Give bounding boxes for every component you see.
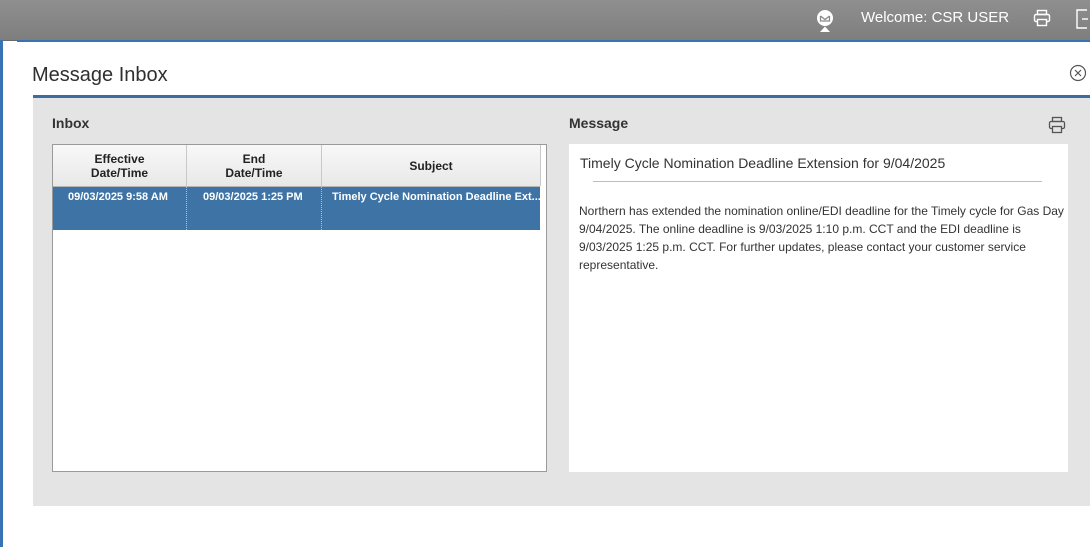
row-end-datetime: 09/03/2025 1:25 PM (187, 187, 322, 230)
welcome-text: Welcome: CSR USER (861, 9, 1010, 26)
table-row[interactable]: 09/03/2025 9:58 AM 09/03/2025 1:25 PM Ti… (53, 187, 540, 230)
inbox-label: Inbox (52, 115, 90, 131)
message-inbox-dialog: Message Inbox Inbox Effective Date/Time … (17, 40, 1090, 549)
column-header-line: Date/Time (225, 165, 283, 180)
top-bar: Welcome: CSR USER (0, 0, 1090, 41)
column-header-subject[interactable]: Subject (322, 145, 541, 186)
mail-notification-icon[interactable] (814, 8, 836, 32)
close-circle-icon[interactable] (1069, 64, 1087, 82)
column-header-line: Effective (94, 151, 145, 166)
inbox-grid: Effective Date/Time End Date/Time Subjec… (52, 144, 547, 472)
column-header-line: End (242, 151, 266, 166)
column-header-line: Date/Time (90, 165, 149, 180)
message-label: Message (569, 115, 629, 131)
left-accent-border (0, 40, 3, 547)
message-view: Timely Cycle Nomination Deadline Extensi… (569, 144, 1068, 472)
printer-icon[interactable] (1033, 9, 1051, 27)
message-body: Northern has extended the nomination onl… (579, 204, 1064, 272)
dialog-title: Message Inbox (32, 64, 168, 86)
column-header-end[interactable]: End Date/Time (187, 145, 322, 186)
grid-header: Effective Date/Time End Date/Time Subjec… (53, 145, 541, 187)
logout-icon[interactable] (1075, 9, 1089, 29)
column-header-line: Subject (409, 158, 453, 173)
row-effective-datetime: 09/03/2025 9:58 AM (53, 187, 187, 230)
printer-icon[interactable] (1048, 116, 1066, 134)
message-subject: Timely Cycle Nomination Deadline Extensi… (580, 155, 946, 171)
content-panel: Inbox Effective Date/Time End Date/Time (33, 98, 1090, 506)
message-divider (593, 181, 1042, 182)
column-header-effective[interactable]: Effective Date/Time (53, 145, 187, 186)
row-subject: Timely Cycle Nomination Deadline Ext... (332, 191, 540, 203)
